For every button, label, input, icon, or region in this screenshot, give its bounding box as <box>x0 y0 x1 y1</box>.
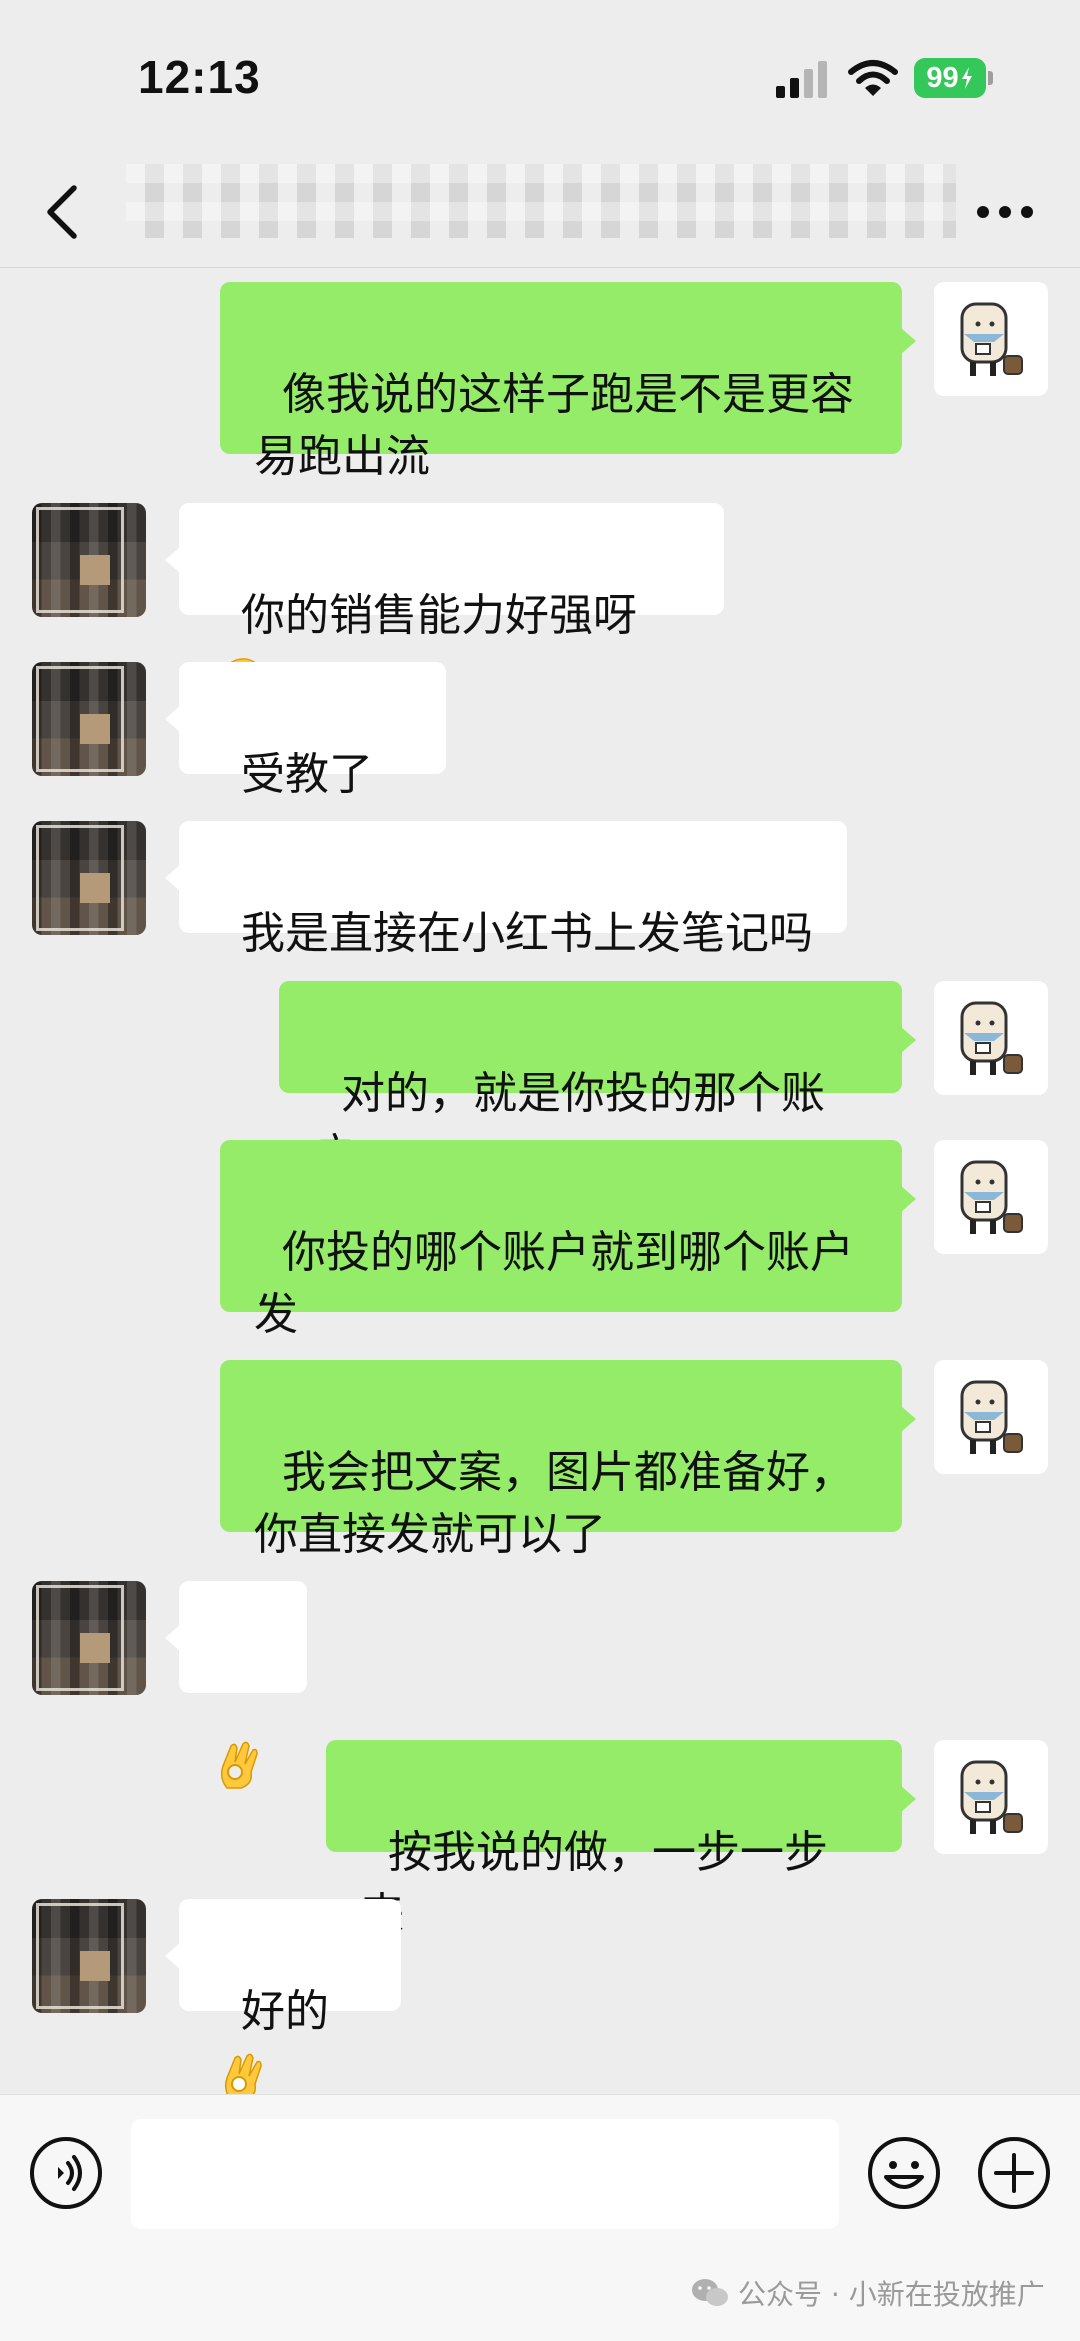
message-bubble-self[interactable]: 你投的哪个账户就到哪个账户 发 <box>220 1140 916 1340</box>
bread-character-icon <box>960 1160 1023 1234</box>
voice-icon[interactable] <box>28 2135 104 2211</box>
plus-icon[interactable] <box>976 2135 1052 2211</box>
bread-character-icon <box>960 1760 1023 1834</box>
avatar-self[interactable] <box>934 1140 1048 1254</box>
message-bubble-contact[interactable]: 受教了 <box>165 662 446 861</box>
status-bar: 12:13 99 <box>0 0 1080 150</box>
message-text: 你的销售能力好强呀 <box>240 590 637 641</box>
bread-character-icon <box>960 1380 1023 1454</box>
message-input[interactable] <box>131 2119 839 2229</box>
avatar-self[interactable] <box>934 282 1048 396</box>
avatar-self[interactable] <box>934 981 1048 1095</box>
avatar-contact[interactable] <box>32 662 146 776</box>
message-text: 我是直接在小红书上发笔记吗 <box>240 908 813 959</box>
more-dots-icon[interactable] <box>975 202 1035 222</box>
avatar-self[interactable] <box>934 1740 1048 1854</box>
ok-hand-emoji-icon <box>220 1741 258 1789</box>
battery-cap <box>988 71 993 85</box>
message-bubble-contact[interactable]: 好的 <box>165 1899 401 2101</box>
chat-title-pixelated <box>126 164 956 238</box>
battery-icon: 99 <box>914 58 986 98</box>
message-bubble-self[interactable]: 按我说的做，一步一步来 <box>326 1740 916 1940</box>
message-text: 像我说的这样子跑是不是更容 易跑出流 <box>254 369 854 482</box>
message-bubble-self[interactable]: 我会把文案，图片都准备好， 你直接发就可以了 <box>220 1360 916 1560</box>
watermark-text: 公众号 · 小新在投放推广 <box>738 2278 1045 2311</box>
message-text: 好的 <box>240 1986 329 2037</box>
message-bubble-contact[interactable]: 你的销售能力好强呀 <box>165 503 724 704</box>
avatar-contact[interactable] <box>32 821 146 935</box>
back-chevron-icon[interactable] <box>38 182 88 242</box>
avatar-self[interactable] <box>934 1360 1048 1474</box>
wechat-logo-icon <box>692 2279 728 2306</box>
smiley-icon[interactable] <box>866 2135 942 2211</box>
message-text: 你投的哪个账户就到哪个账户 发 <box>254 1227 854 1340</box>
status-time: 12:13 <box>138 51 261 103</box>
message-text: 按我说的做，一步一步来 <box>360 1827 828 1940</box>
message-bubble-self[interactable]: 对的，就是你投的那个账户 <box>279 981 916 1181</box>
input-bar: 公众号 · 小新在投放推广 <box>0 2094 1080 2341</box>
chat-header <box>0 150 1080 268</box>
avatar-contact[interactable] <box>32 503 146 617</box>
signal-icon <box>776 61 827 98</box>
battery-level: 99 <box>926 61 959 94</box>
bread-character-icon <box>960 1001 1023 1075</box>
bread-character-icon <box>960 302 1023 376</box>
message-bubble-self[interactable]: 像我说的这样子跑是不是更容 易跑出流 <box>220 282 916 482</box>
watermark: 公众号 · 小新在投放推广 <box>690 2273 1045 2313</box>
avatar-contact[interactable] <box>32 1581 146 1695</box>
avatar-contact[interactable] <box>32 1899 146 2013</box>
message-bubble-contact[interactable] <box>165 1581 307 1789</box>
message-text: 受教了 <box>240 749 373 800</box>
wifi-icon <box>848 60 898 96</box>
message-bubble-contact[interactable]: 我是直接在小红书上发笔记吗 <box>165 821 847 959</box>
message-text: 我会把文案，图片都准备好， 你直接发就可以了 <box>254 1447 854 1560</box>
